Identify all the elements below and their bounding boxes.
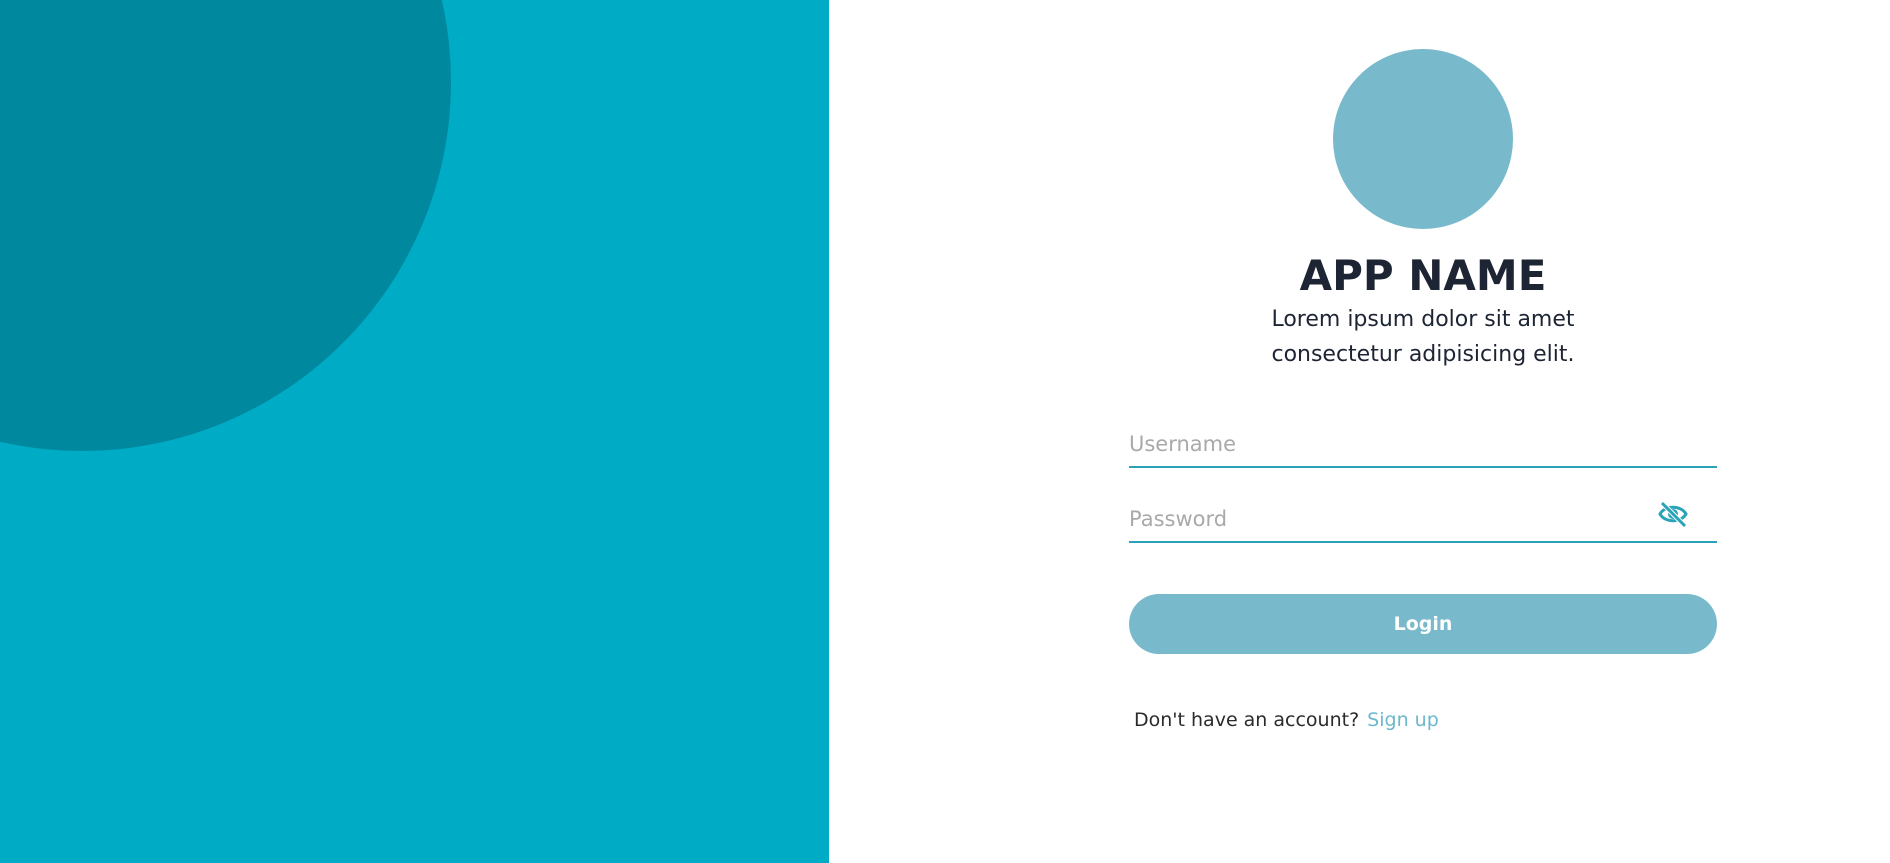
tagline-line-1: Lorem ipsum dolor sit amet xyxy=(1271,307,1575,332)
app-tagline: Lorem ipsum dolor sit amet consectetur a… xyxy=(1129,302,1717,372)
password-field xyxy=(1129,497,1717,543)
login-page: APP NAME Lorem ipsum dolor sit amet cons… xyxy=(0,0,1890,863)
username-input[interactable] xyxy=(1129,422,1689,466)
decorative-circle xyxy=(0,0,451,451)
app-name-title: APP NAME xyxy=(1299,251,1547,300)
tagline-line-2: consectetur adipisicing elit. xyxy=(1271,342,1575,367)
username-field xyxy=(1129,422,1717,468)
hero-panel xyxy=(0,0,829,863)
signup-prompt-text: Don't have an account? xyxy=(1134,709,1360,731)
login-button[interactable]: Login xyxy=(1129,594,1717,654)
eye-slash-icon[interactable] xyxy=(1656,497,1690,531)
signup-prompt: Don't have an account? Sign up xyxy=(1134,706,1439,734)
app-logo xyxy=(1333,49,1513,229)
password-input[interactable] xyxy=(1129,497,1689,541)
signup-link[interactable]: Sign up xyxy=(1367,709,1439,731)
